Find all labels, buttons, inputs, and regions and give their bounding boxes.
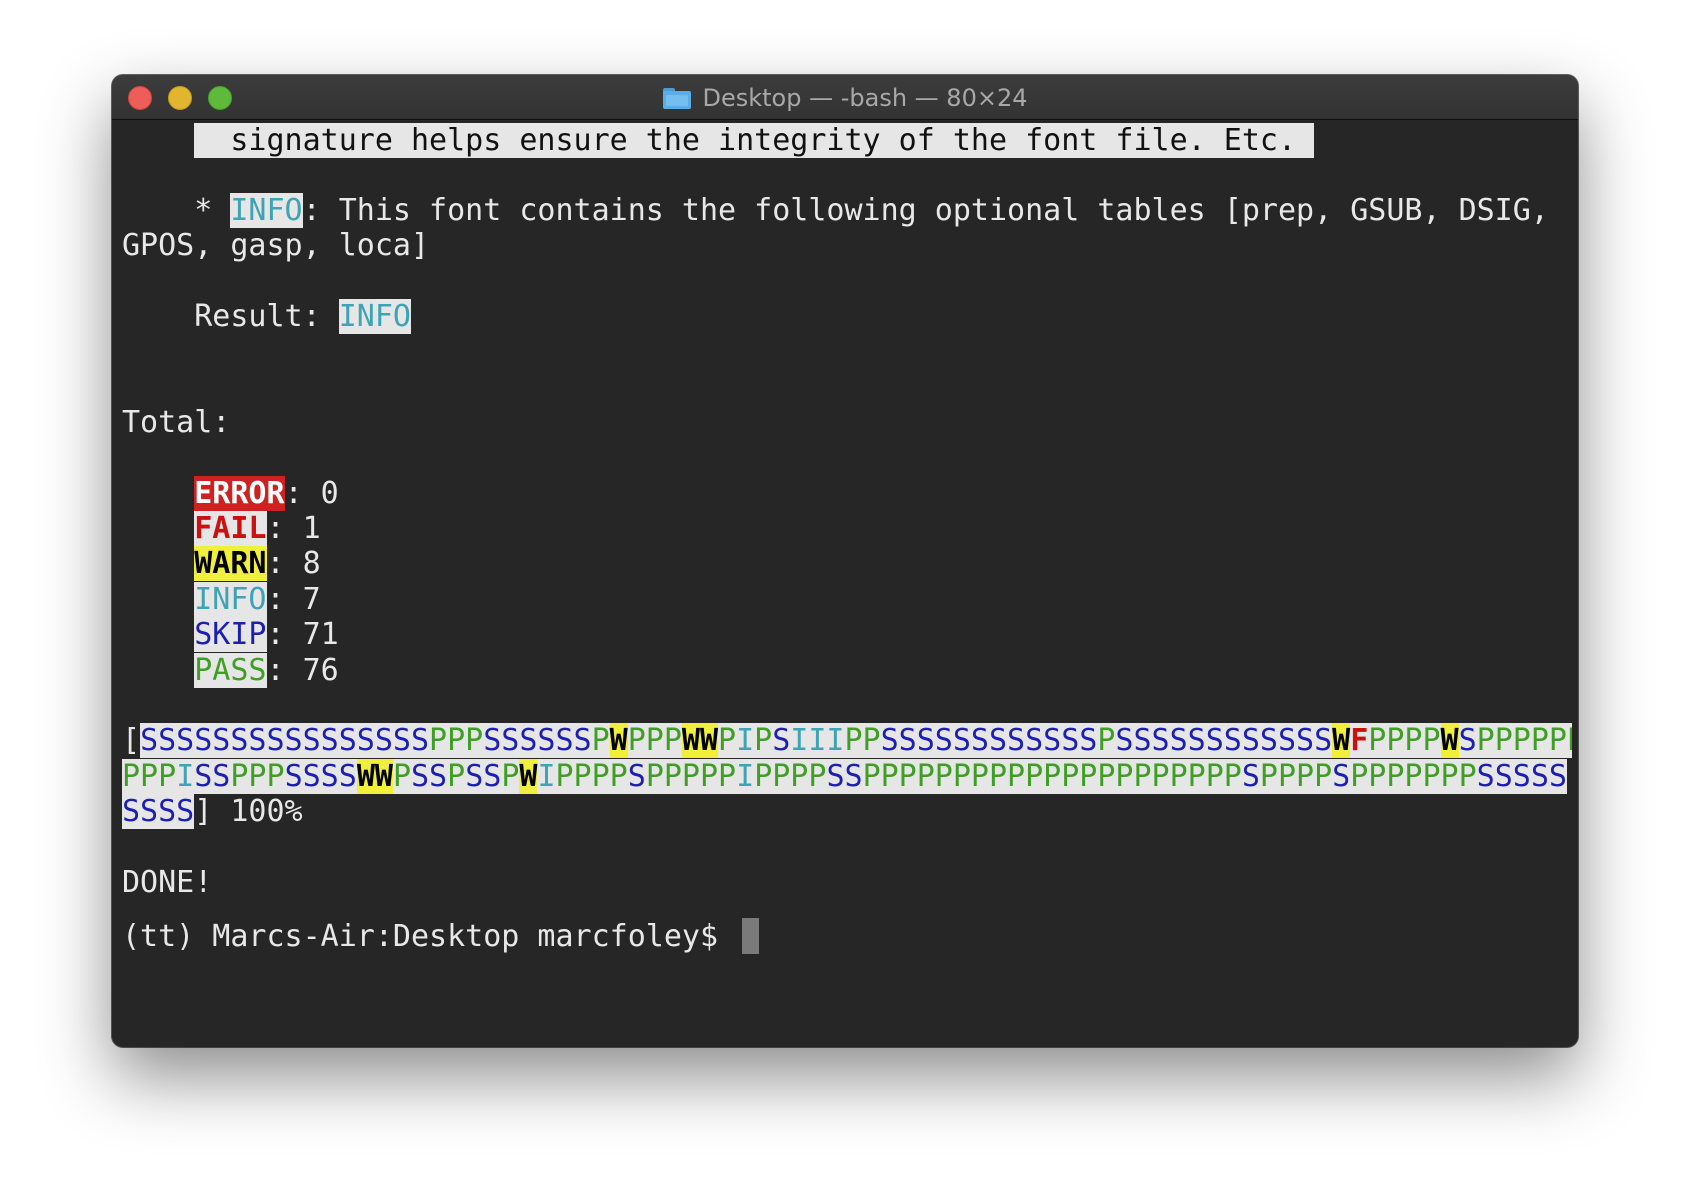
window-title: Desktop — -bash — 80×24 (702, 83, 1028, 112)
progress-row-3-marks: SSSS (122, 794, 195, 829)
terminal-window: Desktop — -bash — 80×24 signature helps … (112, 75, 1578, 1047)
progress-row-2-marks: PPPISSPPPSSSSWWPSSPSSPWIPPPPSPPPPPIPPPPS… (122, 759, 1567, 794)
warn-mark: W (519, 759, 538, 794)
warn-count: : 8 (266, 546, 321, 581)
skip-mark: SSSSSSSSSSSSSSSS (140, 723, 430, 758)
pass-mark: PPPP (555, 759, 628, 794)
progress-row-2: PPPISSPPPSSSSWWPSSPSSPWIPPPPSPPPPPIPPPPS… (122, 758, 1567, 796)
progress-close-bracket: ] (194, 794, 213, 829)
pass-count: : 76 (266, 653, 339, 688)
info-mark: I (736, 759, 755, 794)
pass-mark: PPPPPP (1476, 723, 1572, 758)
output-line-signature: signature helps ensure the integrity of … (122, 122, 1315, 160)
fail-mark: F (1350, 723, 1369, 758)
skip-mark: S (772, 723, 791, 758)
info-mark: I (537, 759, 556, 794)
pass-mark: P (501, 759, 520, 794)
progress-row-1-marks: SSSSSSSSSSSSSSSSPPPSSSSSSPWPPPWWPIPSIIIP… (140, 723, 1572, 758)
pass-mark: PPPP (1368, 723, 1441, 758)
pass-mark: PPPPPPP (1350, 759, 1477, 794)
info-message-cont: GPOS, gasp, loca] (122, 228, 430, 263)
result-value: INFO (338, 299, 411, 334)
title-bar[interactable]: Desktop — -bash — 80×24 (112, 75, 1578, 120)
skip-count: : 71 (266, 617, 339, 652)
total-label: Total: (122, 405, 231, 440)
pass-mark: PPPP (754, 759, 827, 794)
total-warn-line: WARN: 8 (122, 545, 321, 583)
output-line-info: * INFO: This font contains the following… (122, 192, 1549, 230)
pass-mark: PPP (627, 723, 682, 758)
error-count: : 0 (284, 476, 339, 511)
pass-mark: P (718, 723, 737, 758)
total-error-line: ERROR: 0 (122, 475, 339, 513)
warn-mark: W (1440, 723, 1459, 758)
pass-mark: PPP (429, 723, 484, 758)
skip-mark: S (1332, 759, 1351, 794)
total-fail-line: FAIL: 1 (122, 510, 321, 548)
pass-mark: P (1097, 723, 1116, 758)
progress-open-bracket: [ (122, 723, 141, 758)
done-message: DONE! (122, 865, 213, 900)
progress-row-3: SSSS] 100% (122, 793, 303, 831)
info-message: : This font contains the following optio… (302, 193, 1549, 228)
pass-label: PASS (194, 653, 267, 688)
shell-prompt[interactable]: (tt) Marcs-Air:Desktop marcfoley$ (122, 918, 736, 956)
output-line-result: Result: INFO (122, 298, 411, 336)
error-label: ERROR (194, 476, 285, 511)
info-tag: INFO (230, 193, 303, 228)
pass-mark: PPP (122, 759, 177, 794)
total-pass-line: PASS: 76 (122, 652, 339, 690)
pass-mark: P (754, 723, 773, 758)
signature-text: signature helps ensure the integrity of … (194, 123, 1315, 158)
folder-icon (662, 88, 691, 109)
terminal-output[interactable]: signature helps ensure the integrity of … (122, 120, 1572, 1042)
pass-mark: PP (844, 723, 881, 758)
skip-mark: SSSS (122, 794, 195, 829)
pass-mark: PPPPP (645, 759, 737, 794)
pass-mark: PPPPPPPPPPPPPPPPPPPPP (862, 759, 1242, 794)
skip-mark: S (1241, 759, 1260, 794)
bullet-marker: * (122, 193, 231, 228)
warn-mark: WW (356, 759, 393, 794)
fail-label: FAIL (194, 511, 267, 546)
skip-mark: S (1458, 723, 1477, 758)
skip-mark: SSSSS (1476, 759, 1567, 794)
skip-mark: SS (411, 759, 448, 794)
skip-mark: SSSSSSSSSSSS (880, 723, 1098, 758)
fail-count: : 1 (266, 511, 321, 546)
skip-mark: SS (465, 759, 502, 794)
info-mark: III (790, 723, 845, 758)
progress-row-1: [SSSSSSSSSSSSSSSSPPPSSSSSSPWPPPWWPIPSIII… (122, 722, 1572, 760)
pass-mark: P (591, 723, 610, 758)
info-count: : 7 (266, 582, 321, 617)
pass-mark: P (447, 759, 466, 794)
output-line-info-cont: GPOS, gasp, loca] (122, 227, 429, 265)
total-info-line: INFO: 7 (122, 581, 321, 619)
result-label: Result: (122, 299, 339, 334)
warn-label: WARN (194, 546, 267, 581)
skip-label: SKIP (194, 617, 267, 652)
warn-mark: WW (681, 723, 719, 758)
skip-mark: SS (826, 759, 863, 794)
total-skip-line: SKIP: 71 (122, 616, 339, 654)
warn-mark: W (609, 723, 628, 758)
window-title-area: Desktop — -bash — 80×24 (112, 75, 1578, 120)
warn-mark: W (1332, 723, 1351, 758)
skip-mark: SSSS (284, 759, 357, 794)
skip-mark: SSSSSSSSSSSS (1115, 723, 1333, 758)
pass-mark: PPP (230, 759, 285, 794)
skip-mark: S (627, 759, 646, 794)
pass-mark: P (392, 759, 411, 794)
pass-mark: PPPP (1259, 759, 1333, 794)
skip-mark: SS (194, 759, 231, 794)
info-mark: I (736, 723, 755, 758)
skip-mark: SSSSSS (483, 723, 592, 758)
text-cursor (742, 918, 759, 954)
progress-percent: 100% (212, 794, 303, 829)
info-mark: I (176, 759, 195, 794)
info-label: INFO (194, 582, 267, 617)
